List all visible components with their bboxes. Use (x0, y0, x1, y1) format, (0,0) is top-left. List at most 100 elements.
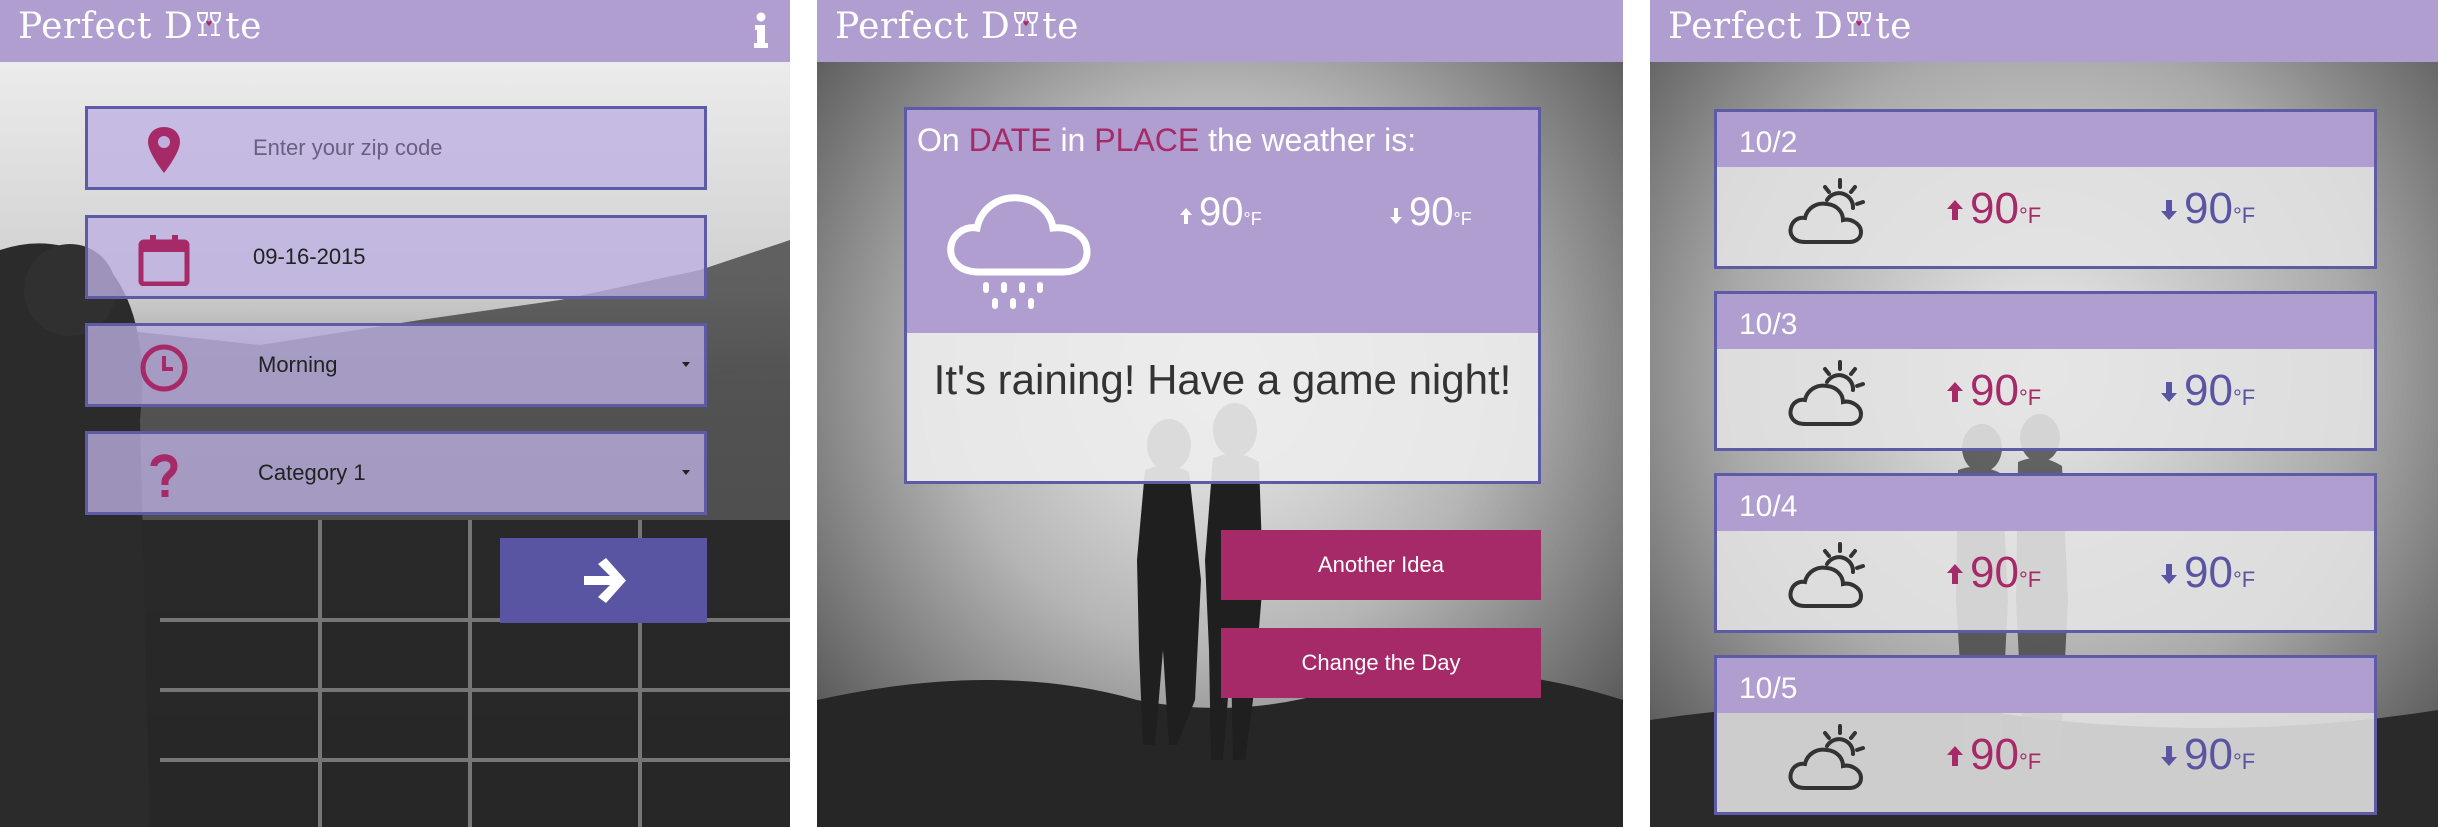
clock-icon (140, 344, 188, 392)
title-in: in (1060, 122, 1086, 158)
partly-cloudy-icon (1788, 360, 1865, 426)
app-logo: Perfect D te (18, 6, 262, 47)
forecast-high: 90°F (1946, 184, 2041, 234)
logo-text-start: Perfect D (1668, 6, 1844, 47)
low-temperature: 90°F (1389, 190, 1472, 235)
wine-glasses-icon (1847, 12, 1872, 36)
zip-code-input[interactable]: Enter your zip code (253, 109, 443, 187)
forecast-high: 90°F (1946, 730, 2041, 780)
low-unit: °F (2232, 749, 2256, 774)
app-header: Perfect D te (0, 0, 790, 62)
arrow-up-icon (1947, 564, 1963, 584)
arrow-down-icon (2161, 564, 2177, 584)
high-value: 90 (1970, 366, 2019, 415)
app-header: Perfect D te (1650, 0, 2438, 62)
change-day-button[interactable]: Change the Day (1221, 628, 1541, 698)
logo-text-start: Perfect D (18, 6, 194, 47)
time-of-day-select[interactable]: Morning (85, 323, 707, 407)
low-unit: °F (2232, 385, 2256, 410)
forecast-low: 90°F (2160, 730, 2255, 780)
title-rest: the weather is: (1208, 122, 1417, 158)
low-value: 90 (2184, 184, 2233, 233)
info-icon[interactable] (750, 10, 772, 50)
wine-glasses-icon (197, 12, 222, 36)
forecast-high: 90°F (1946, 548, 2041, 598)
high-unit: °F (1243, 209, 1262, 229)
partly-cloudy-icon (1788, 542, 1865, 608)
logo-text-end: te (1875, 6, 1912, 47)
arrow-up-icon (1180, 208, 1192, 224)
high-value: 90 (1970, 730, 2019, 779)
arrow-down-icon (2161, 746, 2177, 766)
high-value: 90 (1970, 184, 2019, 233)
low-value: 90 (2184, 548, 2233, 597)
arrow-down-icon (1390, 208, 1402, 224)
forecast-screen: Perfect D te 10/2 90°F 90°F 10/3 90°F 90… (1650, 0, 2438, 827)
app-logo: Perfect D te (1668, 6, 1912, 47)
high-unit: °F (2018, 203, 2042, 228)
location-pin-icon (148, 127, 180, 173)
weather-result-screen: Perfect D te On DATE in PLACE the weathe… (817, 0, 1623, 827)
low-value: 90 (2184, 366, 2233, 415)
chevron-down-icon (682, 362, 690, 367)
calendar-icon (138, 235, 190, 286)
forecast-low: 90°F (2160, 184, 2255, 234)
date-field[interactable]: 09-16-2015 (85, 215, 707, 299)
high-unit: °F (2018, 567, 2042, 592)
arrow-down-icon (2161, 382, 2177, 402)
weather-card-header: On DATE in PLACE the weather is: 90°F 90… (907, 110, 1538, 333)
forecast-low: 90°F (2160, 366, 2255, 416)
forecast-date: 10/3 (1739, 308, 1798, 341)
high-temperature: 90°F (1179, 190, 1262, 235)
submit-button[interactable] (500, 538, 707, 623)
category-value[interactable]: Category 1 (258, 434, 366, 512)
low-value: 90 (2184, 730, 2233, 779)
date-input[interactable]: 09-16-2015 (253, 218, 366, 296)
logo-text-start: Perfect D (835, 6, 1011, 47)
zip-code-field[interactable]: Enter your zip code (85, 106, 707, 190)
weather-card: On DATE in PLACE the weather is: 90°F 90… (904, 107, 1541, 484)
logo-text-end: te (1042, 6, 1079, 47)
forecast-day-header: 10/2 (1717, 112, 2374, 167)
high-value: 90 (1199, 190, 1244, 234)
arrow-up-icon (1947, 382, 1963, 402)
title-date: DATE (968, 122, 1052, 158)
app-logo: Perfect D te (835, 6, 1079, 47)
app-header: Perfect D te (817, 0, 1623, 62)
low-unit: °F (1453, 209, 1472, 229)
forecast-date: 10/5 (1739, 672, 1798, 705)
another-idea-button[interactable]: Another Idea (1221, 530, 1541, 600)
low-value: 90 (1409, 190, 1454, 234)
forecast-day-header: 10/4 (1717, 476, 2374, 531)
low-unit: °F (2232, 567, 2256, 592)
date-suggestion-message: It's raining! Have a game night! (933, 356, 1512, 403)
high-unit: °F (2018, 749, 2042, 774)
forecast-date: 10/4 (1739, 490, 1798, 523)
forecast-low: 90°F (2160, 548, 2255, 598)
forecast-day-card[interactable]: 10/3 90°F 90°F (1714, 291, 2377, 451)
arrow-right-icon (584, 558, 626, 603)
title-place: PLACE (1094, 122, 1200, 158)
forecast-day-card[interactable]: 10/5 90°F 90°F (1714, 655, 2377, 815)
forecast-day-card[interactable]: 10/4 90°F 90°F (1714, 473, 2377, 633)
time-of-day-value[interactable]: Morning (258, 326, 337, 404)
wine-glasses-icon (1014, 12, 1039, 36)
forecast-day-card[interactable]: 10/2 90°F 90°F (1714, 109, 2377, 269)
partly-cloudy-icon (1788, 178, 1865, 244)
logo-text-end: te (225, 6, 262, 47)
high-value: 90 (1970, 548, 2019, 597)
category-select[interactable]: Category 1 (85, 431, 707, 515)
forecast-high: 90°F (1946, 366, 2041, 416)
forecast-day-header: 10/3 (1717, 294, 2374, 349)
low-unit: °F (2232, 203, 2256, 228)
arrow-up-icon (1947, 746, 1963, 766)
forecast-date: 10/2 (1739, 126, 1798, 159)
question-mark-icon (150, 454, 178, 497)
search-screen: Perfect D te Enter your zip code 09-16-2… (0, 0, 790, 827)
partly-cloudy-icon (1788, 724, 1865, 790)
arrow-up-icon (1947, 200, 1963, 220)
chevron-down-icon (682, 470, 690, 475)
title-on: On (917, 122, 960, 158)
high-unit: °F (2018, 385, 2042, 410)
forecast-day-header: 10/5 (1717, 658, 2374, 713)
